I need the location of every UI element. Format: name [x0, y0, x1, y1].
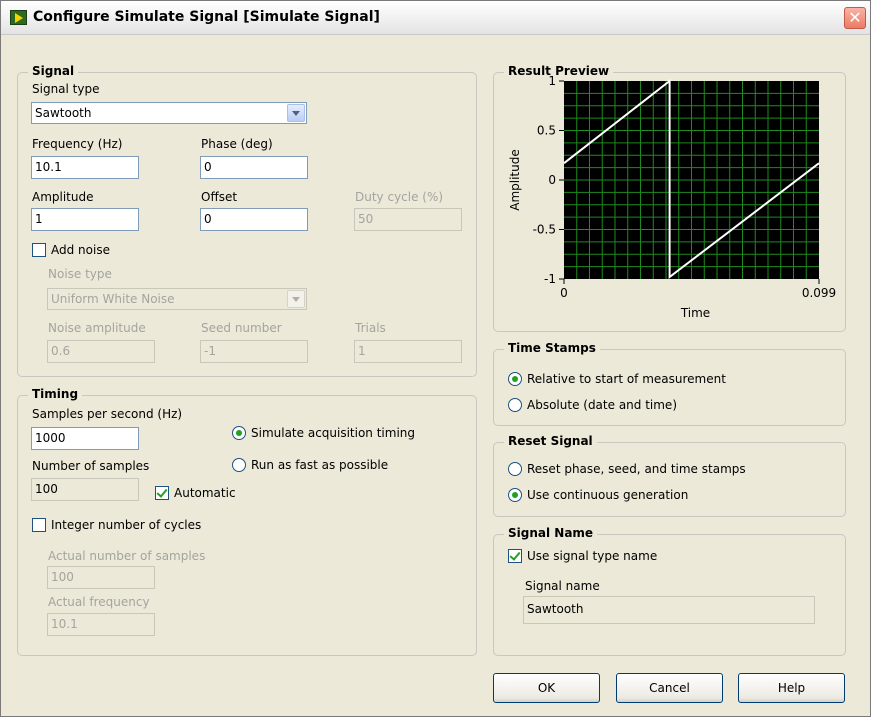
- title-bar[interactable]: Configure Simulate Signal [Simulate Sign…: [1, 1, 870, 35]
- reset-signal-title: Reset Signal: [504, 434, 597, 448]
- automatic-label[interactable]: Automatic: [174, 486, 236, 500]
- signal-group-title: Signal: [28, 64, 79, 78]
- help-button[interactable]: Help: [738, 673, 845, 703]
- duty-cycle-input: 50: [354, 208, 462, 231]
- x-tick-label: 0: [560, 286, 568, 300]
- y-tick-label: 0.5: [537, 124, 556, 138]
- trials-input: 1: [354, 340, 462, 363]
- actual-samples-label: Actual number of samples: [48, 549, 206, 563]
- y-tick-label: 1: [548, 74, 556, 88]
- labview-app-icon: [10, 10, 27, 25]
- amplitude-input[interactable]: 1: [31, 208, 139, 231]
- simulate-timing-label[interactable]: Simulate acquisition timing: [251, 426, 415, 440]
- reset-signal-group: Reset Signal: [493, 434, 846, 517]
- relative-timestamps-radio[interactable]: [508, 372, 522, 386]
- signal-type-label: Signal type: [32, 82, 100, 96]
- integer-cycles-checkbox[interactable]: [32, 518, 46, 532]
- actual-frequency-label: Actual frequency: [48, 595, 150, 609]
- continuous-generation-radio[interactable]: [508, 488, 522, 502]
- actual-frequency-input: 10.1: [47, 613, 155, 636]
- y-tick-label: -0.5: [533, 223, 556, 237]
- chevron-down-icon[interactable]: [287, 104, 305, 122]
- ok-button[interactable]: OK: [493, 673, 600, 703]
- frequency-label: Frequency (Hz): [32, 137, 123, 151]
- continuous-generation-label[interactable]: Use continuous generation: [527, 488, 688, 502]
- actual-samples-input: 100: [47, 566, 155, 589]
- x-axis-label: Time: [680, 306, 710, 320]
- seed-number-label: Seed number: [201, 321, 282, 335]
- frequency-input[interactable]: 10.1: [31, 156, 139, 179]
- window-title: Configure Simulate Signal [Simulate Sign…: [33, 9, 380, 25]
- close-button[interactable]: ✕: [844, 7, 866, 29]
- y-tick-label: 0: [548, 173, 556, 187]
- trials-label: Trials: [355, 321, 386, 335]
- use-signal-type-name-label[interactable]: Use signal type name: [527, 549, 657, 563]
- number-of-samples-input: 100: [31, 478, 139, 501]
- y-axis-label: Amplitude: [508, 149, 522, 211]
- duty-cycle-label: Duty cycle (%): [355, 190, 444, 204]
- noise-amplitude-input: 0.6: [47, 340, 155, 363]
- integer-cycles-label[interactable]: Integer number of cycles: [51, 518, 201, 532]
- phase-input[interactable]: 0: [200, 156, 308, 179]
- reset-phase-label[interactable]: Reset phase, seed, and time stamps: [527, 462, 746, 476]
- reset-phase-radio[interactable]: [508, 462, 522, 476]
- signal-name-input: Sawtooth: [523, 596, 815, 624]
- run-fast-radio[interactable]: [232, 458, 246, 472]
- seed-number-input: -1: [200, 340, 308, 363]
- samples-per-second-label: Samples per second (Hz): [32, 407, 183, 421]
- signal-name-title: Signal Name: [504, 526, 598, 540]
- signal-type-value: Sawtooth: [35, 106, 92, 120]
- phase-label: Phase (deg): [201, 137, 273, 151]
- run-fast-label[interactable]: Run as fast as possible: [251, 458, 388, 472]
- amplitude-label: Amplitude: [32, 190, 94, 204]
- signal-name-label: Signal name: [525, 579, 600, 593]
- dialog-window: Configure Simulate Signal [Simulate Sign…: [0, 0, 871, 717]
- time-stamps-group: Time Stamps: [493, 341, 846, 426]
- absolute-timestamps-label[interactable]: Absolute (date and time): [527, 398, 677, 412]
- result-preview-chart: 1 0.5 0 -0.5 -1 0 0.099 Time Amplitude: [508, 74, 836, 320]
- cancel-button[interactable]: Cancel: [616, 673, 723, 703]
- timing-group-title: Timing: [28, 387, 83, 401]
- simulate-timing-radio[interactable]: [232, 426, 246, 440]
- add-noise-label[interactable]: Add noise: [51, 243, 110, 257]
- noise-type-value: Uniform White Noise: [51, 292, 175, 306]
- signal-type-select[interactable]: Sawtooth: [31, 102, 307, 124]
- samples-per-second-input[interactable]: 1000: [31, 427, 139, 450]
- automatic-checkbox[interactable]: [155, 486, 169, 500]
- close-icon: ✕: [848, 8, 862, 27]
- x-tick-label: 0.099: [802, 286, 836, 300]
- add-noise-checkbox[interactable]: [32, 243, 46, 257]
- noise-amplitude-label: Noise amplitude: [48, 321, 146, 335]
- chevron-down-icon: [287, 290, 305, 308]
- offset-label: Offset: [201, 190, 238, 204]
- noise-type-label: Noise type: [48, 267, 112, 281]
- offset-input[interactable]: 0: [200, 208, 308, 231]
- noise-type-select: Uniform White Noise: [47, 288, 307, 310]
- number-of-samples-label: Number of samples: [32, 459, 150, 473]
- y-tick-label: -1: [544, 272, 556, 286]
- absolute-timestamps-radio[interactable]: [508, 398, 522, 412]
- relative-timestamps-label[interactable]: Relative to start of measurement: [527, 372, 726, 386]
- time-stamps-title: Time Stamps: [504, 341, 600, 355]
- use-signal-type-name-checkbox[interactable]: [508, 549, 522, 563]
